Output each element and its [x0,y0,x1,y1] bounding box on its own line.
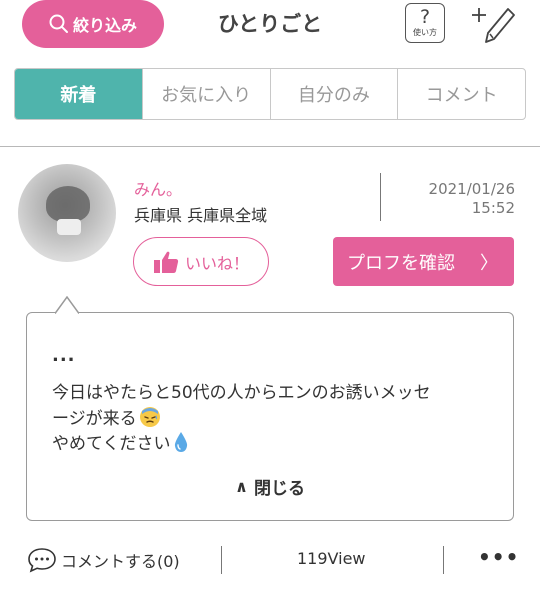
thumbs-up-icon [153,251,179,273]
droplet-emoji-icon [174,431,187,452]
divider [221,546,222,574]
sweat-face-emoji-icon [139,406,160,427]
question-icon: ? [419,6,431,28]
filter-label: 絞り込み [72,16,137,35]
help-button[interactable]: ? 使い方 [405,3,445,43]
divider [380,173,381,221]
like-label: いいね！ [184,253,249,273]
tab-comments[interactable]: コメント [397,69,525,119]
like-button[interactable]: いいね！ [133,237,269,286]
compose-button[interactable] [472,5,518,45]
bubble-tail [55,296,79,314]
chevron-right-icon: 〉 [480,252,498,274]
speech-bubble-icon [28,548,56,573]
username[interactable]: みん。 [134,176,182,200]
post-time: 15:52 [471,199,515,217]
tab-bar: 新着 お気に入り 自分のみ コメント [14,68,526,120]
avatar[interactable] [18,164,116,262]
tab-favorites[interactable]: お気に入り [141,69,270,119]
chevron-up-icon: ∧ [235,476,248,496]
post-text-line: ージが来る [52,404,161,429]
location: 兵庫県 兵庫県全域 [134,206,268,225]
search-icon [49,14,68,33]
tab-mine-only[interactable]: 自分のみ [269,69,398,119]
close-button[interactable]: ∧ 閉じる [200,472,340,500]
profile-label: プロフを確認 [347,252,455,274]
view-profile-button[interactable]: プロフを確認 〉 [333,237,514,286]
divider [0,146,540,147]
post-text-line: 今日はやたらと50代の人からエンのお誘いメッセ [52,383,431,403]
body-ellipsis: ... [52,345,76,366]
close-label: 閉じる [254,478,305,499]
help-label: 使い方 [413,28,437,37]
page-title: ひとりごと [217,12,323,36]
post-date: 2021/01/26 [428,180,515,198]
comment-label: コメントする(0) [61,552,180,571]
tab-new[interactable]: 新着 [15,69,142,119]
filter-button[interactable]: 絞り込み [22,0,164,48]
view-count: 119View [297,549,366,568]
divider [443,546,444,574]
post-text-line: やめてください [52,429,189,454]
comment-button[interactable]: コメントする(0) [27,546,180,574]
more-options-button[interactable]: ••• [478,545,519,569]
plus-pencil-icon [472,8,515,43]
post-text-segment: ージが来る [52,409,137,429]
post-text-segment: やめてください [52,434,171,454]
